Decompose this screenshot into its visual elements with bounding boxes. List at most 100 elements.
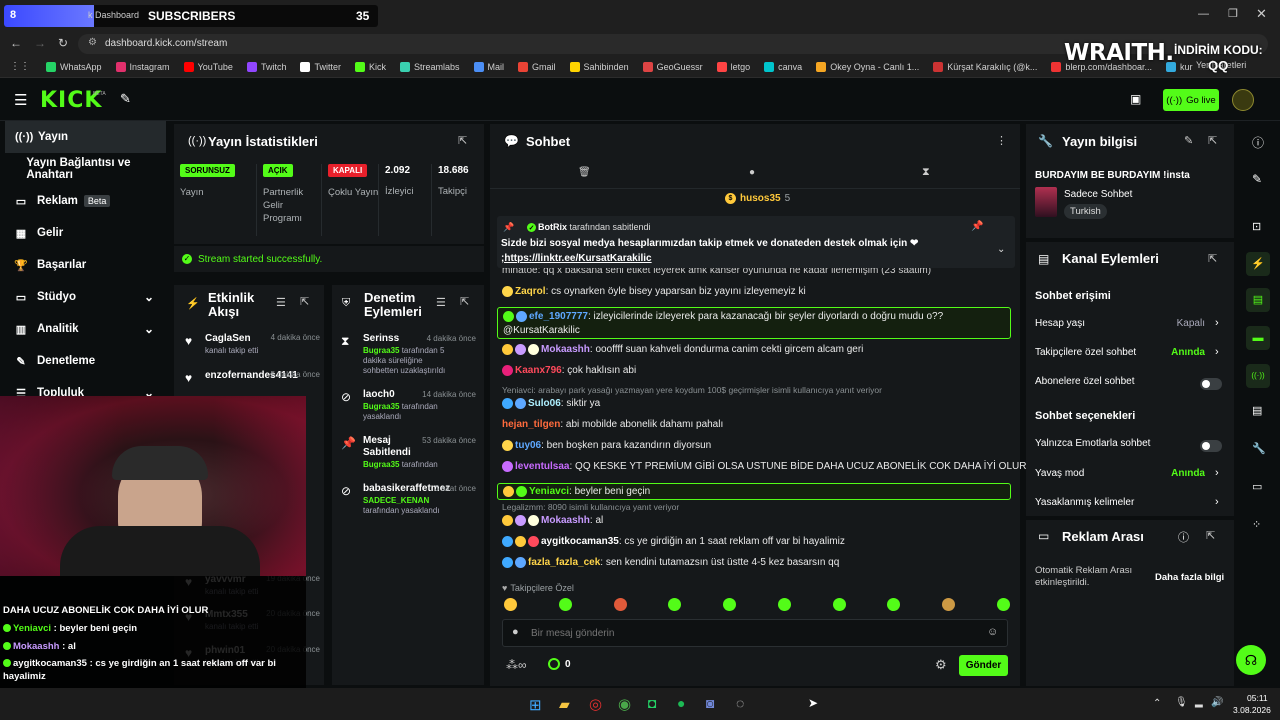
bookmark-item[interactable]: Instagram <box>115 61 170 72</box>
chat-message[interactable]: Yeniavci: beyler beni geçin <box>497 483 1011 501</box>
nav-item[interactable]: Yayın Bağlantısı ve Anahtarı <box>0 153 172 185</box>
bookmark-item[interactable]: YouTube <box>183 61 233 72</box>
moderation-item[interactable]: 📌 Mesaj Sabitlendi 53 dakika önce Bugraa35 … <box>338 434 480 478</box>
unpin-icon[interactable]: 📌 <box>971 221 983 232</box>
support-button[interactable]: ☊ <box>1236 645 1266 675</box>
bookmark-item[interactable]: WhatsApp <box>46 61 102 72</box>
chrome-icon[interactable]: ◉ <box>618 695 631 713</box>
settings-icon[interactable]: ⚙ <box>935 657 947 673</box>
channel-setting-row[interactable]: Yasaklanmış kelimeler › <box>1035 496 1225 513</box>
chat-username[interactable]: leventulsaa <box>515 461 569 472</box>
chat-input[interactable] <box>531 624 971 642</box>
chat-username[interactable]: Zaqrol <box>515 286 546 297</box>
moderation-item[interactable]: ⧗ Serinss 4 dakika önce Bugraa35 tarafından… <box>338 332 480 376</box>
clock-date[interactable]: 3.08.2026 <box>1233 705 1271 715</box>
discord-icon[interactable]: ◙ <box>706 695 714 711</box>
moderation-item[interactable]: ⊘ babasikeraffetmez 3 saat önce SADECE_KENA… <box>338 482 480 526</box>
chat-username[interactable]: fazla_fazla_cek <box>528 557 600 568</box>
chat-message[interactable]: aygitkocaman35: cs ye girdiğin an 1 saat… <box>502 536 845 547</box>
users-icon[interactable]: ⁂∞ <box>506 658 527 672</box>
bookmark-item[interactable]: Kick <box>354 61 386 72</box>
nav-item[interactable]: ((·)) Yayın <box>5 121 166 153</box>
points-icon[interactable] <box>548 658 560 670</box>
wifi-icon[interactable]: ▂ <box>1195 697 1203 708</box>
category-name[interactable]: Sadece Sohbet <box>1064 189 1132 200</box>
server-icon[interactable]: ▤ <box>1252 404 1262 417</box>
popout-icon[interactable]: ⇱ <box>1206 529 1215 542</box>
emote-icon[interactable] <box>942 598 956 611</box>
mic-icon[interactable]: 🎙 <box>1175 697 1188 708</box>
apps-icon[interactable]: ⋮⋮ <box>10 61 30 72</box>
bookmark-item[interactable]: letgo <box>716 61 750 72</box>
chat-message[interactable]: Sulo06: siktir ya <box>502 398 600 409</box>
chevron-down-icon[interactable]: ⌄ <box>997 244 1005 255</box>
chat-username[interactable]: Mokaashh <box>541 344 590 355</box>
emoji-icon[interactable]: ☺ <box>987 626 998 638</box>
toggle-switch[interactable] <box>1200 378 1222 390</box>
popout-icon[interactable]: ⇱ <box>1208 252 1217 265</box>
chat-message[interactable]: leventulsaa: QQ KESKE YT PREMİUM GİBİ OL… <box>502 461 1026 472</box>
hourglass-icon[interactable]: ⧗ <box>922 166 930 179</box>
camera-icon[interactable]: ▣ <box>1130 92 1141 106</box>
chat-message[interactable]: tuy06: ben boşken para kazandırın diyors… <box>502 440 711 451</box>
chat-username[interactable]: Sulo06 <box>528 398 561 409</box>
popout-icon[interactable]: ⇱ <box>460 295 469 308</box>
chat-input-box[interactable]: ● ☺ <box>502 619 1008 647</box>
emote-icon[interactable] <box>558 598 572 611</box>
chat-username[interactable]: Kaanx796 <box>515 365 562 376</box>
obs-icon[interactable]: ◌ <box>736 695 744 711</box>
popout-icon[interactable]: ⇱ <box>300 295 309 308</box>
edit-icon[interactable]: ✎ <box>1184 134 1193 147</box>
popout-icon[interactable]: ⇱ <box>1208 134 1217 147</box>
hamburger-icon[interactable]: ☰ <box>14 91 27 109</box>
more-icon[interactable]: ⋮ <box>996 134 1007 147</box>
clock-time[interactable]: 05:11 <box>1247 693 1268 703</box>
tab-title[interactable]: k Dashboard <box>88 10 139 20</box>
trash-icon[interactable]: 🗑 <box>578 167 591 178</box>
pin-icon[interactable]: ✎ <box>120 91 131 107</box>
bolt-icon[interactable]: ⚡ <box>1246 252 1270 276</box>
emote-icon[interactable] <box>996 598 1010 611</box>
chat-message[interactable]: Kaanx796: çok haklısın abi <box>502 365 636 376</box>
apps-icon[interactable]: ⁘ <box>1252 518 1261 531</box>
close-icon[interactable]: ✕ <box>1256 6 1267 22</box>
chat-message[interactable]: efe_1907777: izleyicilerinde izleyerek p… <box>497 307 1011 339</box>
filter-icon[interactable]: ☰ <box>276 296 286 309</box>
pencil-icon[interactable]: ✎ <box>1252 172 1262 186</box>
bookmark-item[interactable]: Okey Oyna - Canlı 1... <box>816 61 919 72</box>
avatar[interactable] <box>1232 89 1254 111</box>
chat-username[interactable]: efe_1907777 <box>529 311 588 322</box>
moderation-item[interactable]: ⊘ laoch0 14 dakika önce Bugraa35 tarafından… <box>338 388 480 432</box>
whatsapp-icon[interactable]: ◘ <box>648 695 656 711</box>
minimize-icon[interactable]: — <box>1198 8 1209 20</box>
back-icon[interactable]: ← <box>10 36 22 50</box>
chat-username[interactable]: Mokaashh <box>541 515 590 526</box>
activity-item[interactable]: ♥ enzofernandes4141 5 dakika önce <box>182 369 320 397</box>
emote-icon[interactable] <box>777 598 791 611</box>
emote-icon[interactable] <box>832 598 846 611</box>
volume-icon[interactable]: 🔊 <box>1211 697 1223 708</box>
nav-item[interactable]: 🏆 Başarılar <box>0 249 172 281</box>
send-button[interactable]: Gönder <box>959 655 1008 676</box>
emote-icon[interactable] <box>613 598 627 611</box>
chat-username[interactable]: hejan_tilgen <box>502 419 560 430</box>
emote-icon[interactable] <box>723 598 737 611</box>
nav-item[interactable]: ▥ Analitik ⌄ <box>0 313 172 345</box>
bookmark-item[interactable]: Kürşat Karakılıç (@k... <box>933 61 1037 72</box>
doc-icon[interactable]: ▤ <box>1246 288 1270 312</box>
bookmark-item[interactable]: Twitch <box>246 61 286 72</box>
wrench-icon[interactable]: 🔧 <box>1252 442 1266 455</box>
bookmark-item[interactable]: Mail <box>473 61 504 72</box>
chat-message[interactable]: fazla_fazla_cek: sen kendini tutamazsın … <box>502 557 839 568</box>
window-icon[interactable]: ▭ <box>1252 480 1262 493</box>
forward-icon[interactable]: → <box>34 36 46 50</box>
activity-item[interactable]: ♥ CaglaSen 4 dakika önce kanalı takip etti <box>182 332 320 360</box>
channel-setting-row[interactable]: Abonelere özel sohbet <box>1035 376 1225 392</box>
emote-icon[interactable] <box>668 598 682 611</box>
broadcast-icon[interactable]: ((·)) <box>1246 364 1270 388</box>
site-info-icon[interactable]: ⚙ <box>88 37 97 48</box>
chat-message[interactable]: Zaqrol: cs oynarken öyle bisey yaparsan … <box>502 286 806 297</box>
bookmark-item[interactable]: Twitter <box>300 61 341 72</box>
top-gifter[interactable]: $ husos35 5 <box>725 193 790 204</box>
info-icon[interactable]: ⓘ <box>1178 529 1189 545</box>
